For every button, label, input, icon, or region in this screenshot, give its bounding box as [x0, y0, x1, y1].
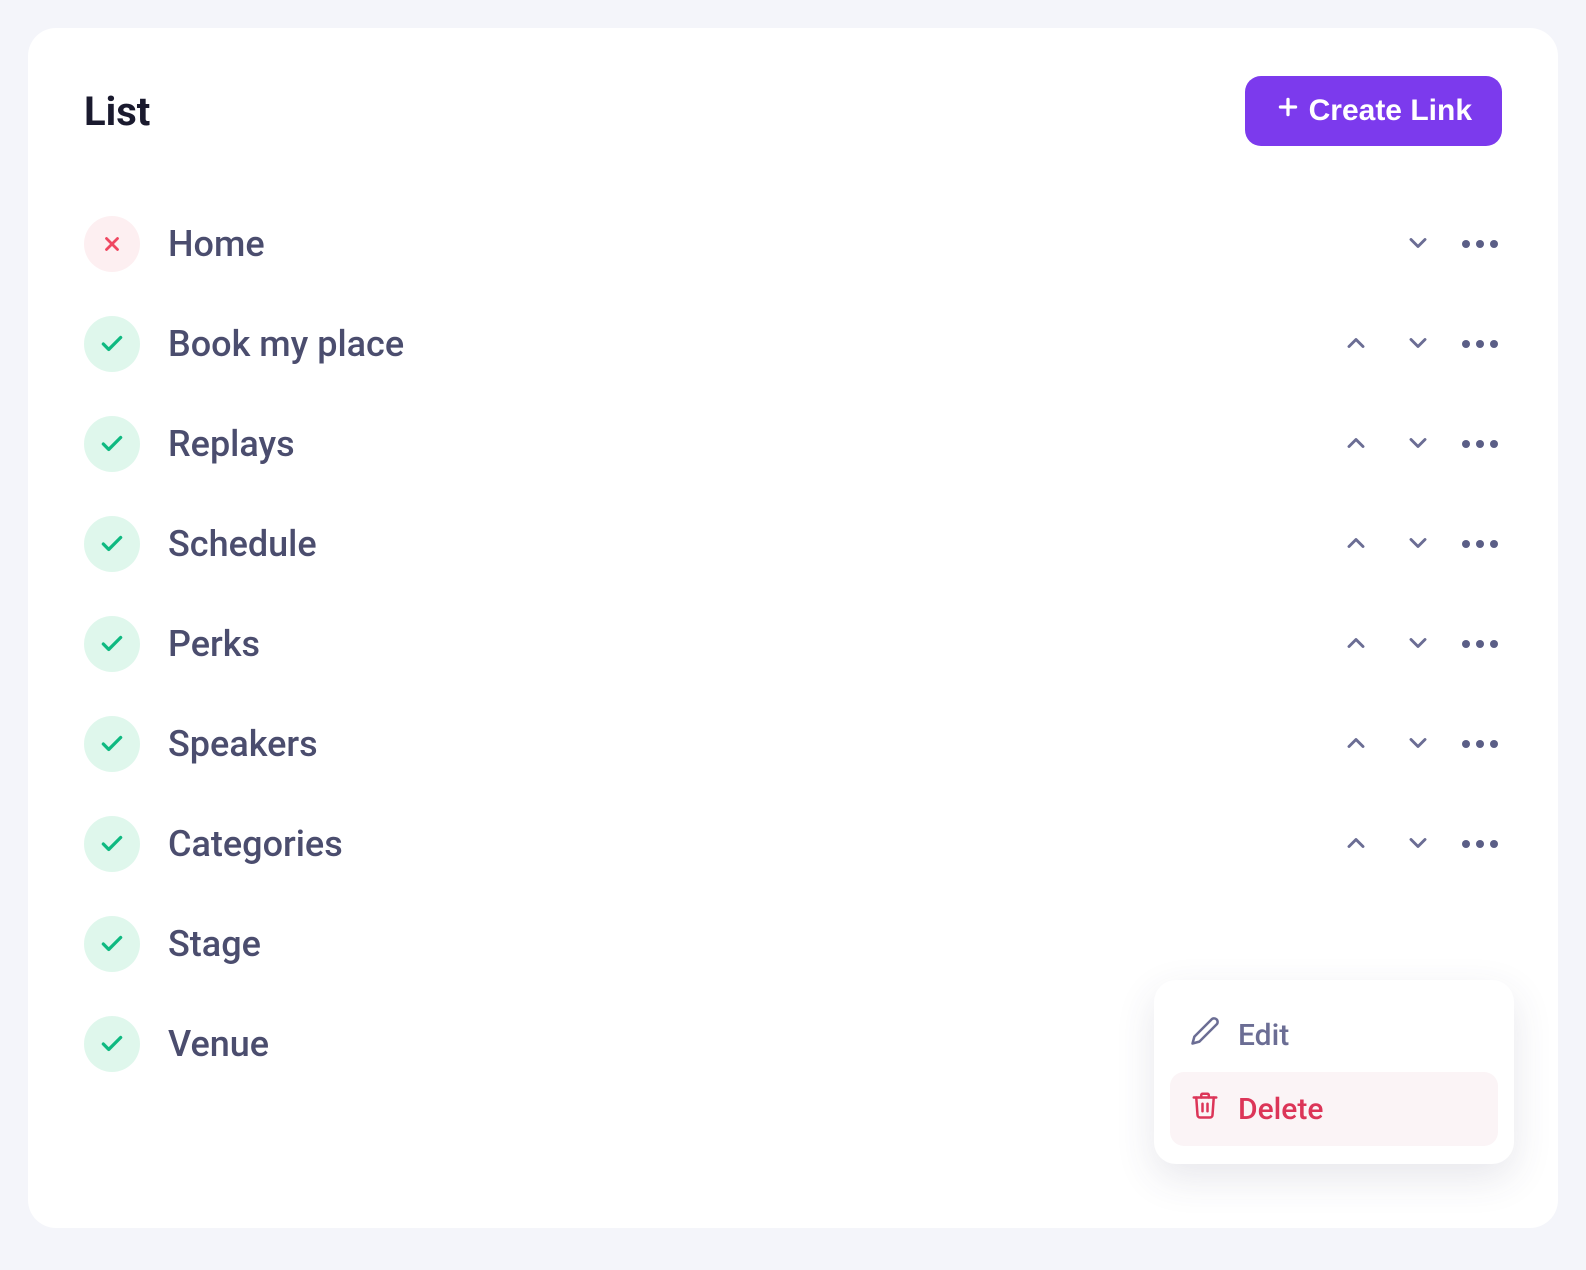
chevron-up-icon	[1342, 629, 1370, 660]
chevron-down-icon	[1404, 229, 1432, 260]
list-item: Home	[84, 194, 1502, 294]
check-icon[interactable]	[84, 1016, 140, 1072]
create-link-label: Create Link	[1309, 94, 1472, 128]
check-icon[interactable]	[84, 416, 140, 472]
list-item-label: Home	[168, 223, 1396, 265]
plus-icon	[1275, 94, 1301, 128]
move-up-button[interactable]	[1334, 322, 1378, 366]
row-actions	[1334, 822, 1502, 866]
row-actions	[1334, 522, 1502, 566]
list-item-label: Speakers	[168, 723, 1334, 765]
delete-menu-item[interactable]: Delete	[1170, 1072, 1498, 1146]
chevron-up-icon	[1342, 329, 1370, 360]
chevron-down-icon	[1404, 829, 1432, 860]
move-down-button[interactable]	[1396, 422, 1440, 466]
move-down-button[interactable]	[1396, 622, 1440, 666]
chevron-up-icon	[1342, 529, 1370, 560]
check-icon[interactable]	[84, 916, 140, 972]
list-item-label: Perks	[168, 623, 1334, 665]
move-up-button[interactable]	[1334, 622, 1378, 666]
move-up-button[interactable]	[1334, 422, 1378, 466]
list-item: Replays	[84, 394, 1502, 494]
chevron-up-icon	[1342, 429, 1370, 460]
move-up-button[interactable]	[1334, 722, 1378, 766]
chevron-up-icon	[1342, 729, 1370, 760]
list-item: Speakers	[84, 694, 1502, 794]
delete-label: Delete	[1238, 1092, 1323, 1127]
more-menu-button[interactable]	[1458, 622, 1502, 666]
move-down-button[interactable]	[1396, 522, 1440, 566]
move-down-button[interactable]	[1396, 722, 1440, 766]
chevron-up-icon	[1342, 829, 1370, 860]
move-down-button[interactable]	[1396, 222, 1440, 266]
card-header: List Create Link	[84, 76, 1502, 146]
page-title: List	[84, 88, 150, 135]
check-icon[interactable]	[84, 316, 140, 372]
chevron-down-icon	[1404, 529, 1432, 560]
chevron-down-icon	[1404, 429, 1432, 460]
row-actions	[1334, 622, 1502, 666]
link-list: Home Book my place Replays Schedule Perks Spe…	[84, 194, 1502, 1094]
more-menu-button[interactable]	[1458, 422, 1502, 466]
more-menu-button[interactable]	[1458, 222, 1502, 266]
move-up-button[interactable]	[1334, 822, 1378, 866]
move-down-button[interactable]	[1396, 822, 1440, 866]
pencil-icon	[1190, 1016, 1220, 1054]
chevron-down-icon	[1404, 629, 1432, 660]
list-item-label: Stage	[168, 923, 1502, 965]
check-icon[interactable]	[84, 516, 140, 572]
more-menu-button[interactable]	[1458, 522, 1502, 566]
row-actions	[1396, 222, 1502, 266]
row-actions	[1334, 322, 1502, 366]
chevron-down-icon	[1404, 729, 1432, 760]
trash-icon	[1190, 1090, 1220, 1128]
check-icon[interactable]	[84, 816, 140, 872]
check-icon[interactable]	[84, 616, 140, 672]
list-card: List Create Link Home Book my place Replay…	[28, 28, 1558, 1228]
list-item-label: Replays	[168, 423, 1334, 465]
edit-label: Edit	[1238, 1018, 1289, 1053]
row-actions	[1334, 722, 1502, 766]
list-item: Categories	[84, 794, 1502, 894]
move-up-button[interactable]	[1334, 522, 1378, 566]
move-down-button[interactable]	[1396, 322, 1440, 366]
chevron-down-icon	[1404, 329, 1432, 360]
list-item: Schedule	[84, 494, 1502, 594]
list-item: Stage	[84, 894, 1502, 994]
more-menu-button[interactable]	[1458, 322, 1502, 366]
row-menu-dropdown: Edit Delete	[1154, 980, 1514, 1164]
create-link-button[interactable]: Create Link	[1245, 76, 1502, 146]
row-actions	[1334, 422, 1502, 466]
list-item-label: Book my place	[168, 323, 1334, 365]
list-item: Book my place	[84, 294, 1502, 394]
more-menu-button[interactable]	[1458, 822, 1502, 866]
x-icon[interactable]	[84, 216, 140, 272]
list-item-label: Schedule	[168, 523, 1334, 565]
list-item: Perks	[84, 594, 1502, 694]
edit-menu-item[interactable]: Edit	[1170, 998, 1498, 1072]
more-menu-button[interactable]	[1458, 722, 1502, 766]
check-icon[interactable]	[84, 716, 140, 772]
list-item-label: Categories	[168, 823, 1334, 865]
